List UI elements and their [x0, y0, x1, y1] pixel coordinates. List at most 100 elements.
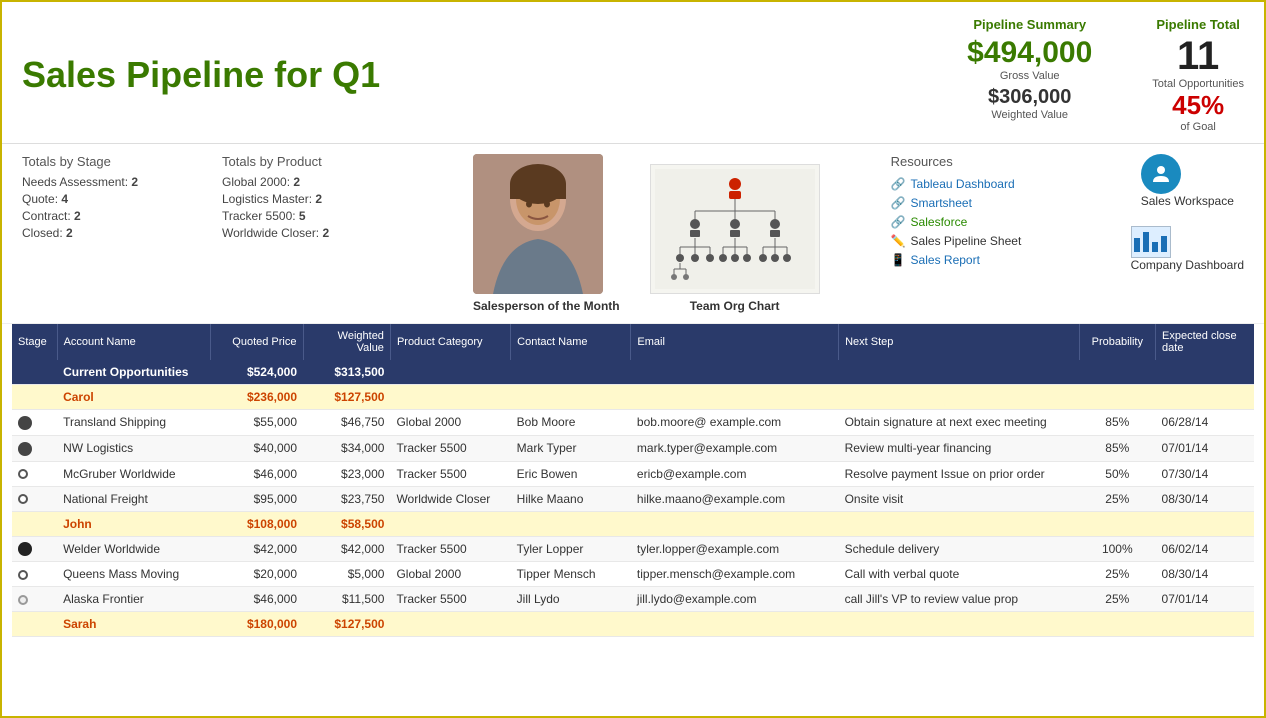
row-close: 06/28/14 [1156, 410, 1254, 436]
middle-section: Totals by Stage Needs Assessment: 2 Quot… [2, 144, 1264, 324]
john-weighted: $58,500 [303, 511, 390, 536]
workspace-person-icon [1149, 162, 1173, 186]
row-account: Welder Worldwide [57, 536, 210, 562]
row-quoted: $20,000 [210, 562, 303, 587]
center-images: Salesperson of the Month [422, 154, 871, 313]
row-stage-icon [12, 435, 57, 461]
dashboard-icon[interactable] [1131, 226, 1171, 258]
org-caption: Team Org Chart [650, 299, 820, 313]
totals-stage-header: Totals by Stage [22, 154, 202, 169]
group-empty [390, 360, 1254, 385]
table-row: Alaska Frontier $46,000 $11,500 Tracker … [12, 587, 1254, 612]
smartsheet-link[interactable]: Smartsheet [911, 196, 972, 210]
pipeline-total-num: 11 [1152, 36, 1244, 76]
row-product: Global 2000 [390, 562, 510, 587]
row-product: Tracker 5500 [390, 536, 510, 562]
row-contact: Eric Bowen [511, 461, 631, 486]
row-account: Queens Mass Moving [57, 562, 210, 587]
stage-quote: Quote: 4 [22, 192, 202, 206]
company-dashboard-group: Company Dashboard [1131, 226, 1244, 272]
main-container: Sales Pipeline for Q1 Pipeline Summary $… [2, 2, 1264, 716]
chain-icon-salesforce: 🔗 [891, 215, 906, 229]
workspace-label: Sales Workspace [1141, 194, 1234, 208]
workspace-area: Sales Workspace Company Dashboard [1131, 154, 1244, 313]
row-nextstep: Obtain signature at next exec meeting [839, 410, 1079, 436]
row-prob: 85% [1079, 410, 1156, 436]
pipeline-total-label: Pipeline Total [1152, 17, 1244, 32]
org-chart-box: Team Org Chart [650, 164, 820, 313]
row-stage-icon [12, 461, 57, 486]
resource-sales-report[interactable]: 📱 Sales Report [891, 253, 1111, 267]
row-quoted: $46,000 [210, 587, 303, 612]
resource-tableau[interactable]: 🔗 Tableau Dashboard [891, 177, 1111, 191]
page-title: Sales Pipeline for Q1 [22, 54, 380, 96]
row-prob: 100% [1079, 536, 1156, 562]
pipeline-summary-label: Pipeline Summary [967, 17, 1092, 32]
row-email: bob.moore@ example.com [631, 410, 839, 436]
john-empty [390, 511, 1254, 536]
row-email: tyler.lopper@example.com [631, 536, 839, 562]
pipeline-opps-label: Total Opportunities [1152, 78, 1244, 90]
sarah-name: Sarah [57, 612, 210, 637]
row-email: ericb@example.com [631, 461, 839, 486]
row-quoted: $95,000 [210, 486, 303, 511]
pipeline-sheet-link[interactable]: Sales Pipeline Sheet [911, 234, 1022, 248]
row-product: Worldwide Closer [390, 486, 510, 511]
resource-pipeline-sheet[interactable]: ✏️ Sales Pipeline Sheet [891, 234, 1111, 248]
row-stage-icon [12, 410, 57, 436]
sub-header-sarah: Sarah $180,000 $127,500 [12, 612, 1254, 637]
row-weighted: $34,000 [303, 435, 390, 461]
table-row: National Freight $95,000 $23,750 Worldwi… [12, 486, 1254, 511]
row-weighted: $5,000 [303, 562, 390, 587]
table-section: Stage Account Name Quoted Price Weighted… [2, 324, 1264, 716]
group-stage [12, 360, 57, 385]
group-quoted: $524,000 [210, 360, 303, 385]
product-global2000: Global 2000: 2 [222, 175, 402, 189]
row-email: tipper.mensch@example.com [631, 562, 839, 587]
sarah-empty [390, 612, 1254, 637]
bar-1 [1134, 238, 1140, 252]
workspace-icon[interactable] [1141, 154, 1181, 194]
th-product: Product Category [390, 324, 510, 360]
carol-empty [390, 385, 1254, 410]
row-contact: Bob Moore [511, 410, 631, 436]
row-account: McGruber Worldwide [57, 461, 210, 486]
row-email: hilke.maano@example.com [631, 486, 839, 511]
row-close: 07/01/14 [1156, 435, 1254, 461]
top-section: Sales Pipeline for Q1 Pipeline Summary $… [2, 2, 1264, 144]
sub-header-john: John $108,000 $58,500 [12, 511, 1254, 536]
pipeline-table: Stage Account Name Quoted Price Weighted… [12, 324, 1254, 637]
john-name: John [57, 511, 210, 536]
carol-name: Carol [57, 385, 210, 410]
sales-workspace-group: Sales Workspace [1141, 154, 1234, 208]
salesperson-photo-svg [473, 154, 603, 294]
resource-smartsheet[interactable]: 🔗 Smartsheet [891, 196, 1111, 210]
stage-needs-assessment: Needs Assessment: 2 [22, 175, 202, 189]
table-row: NW Logistics $40,000 $34,000 Tracker 550… [12, 435, 1254, 461]
bar-3 [1152, 242, 1158, 252]
row-quoted: $42,000 [210, 536, 303, 562]
pipeline-summary-area: Pipeline Summary $494,000 Gross Value $3… [967, 17, 1244, 133]
tableau-link[interactable]: Tableau Dashboard [911, 177, 1015, 191]
table-row: Welder Worldwide $42,000 $42,000 Tracker… [12, 536, 1254, 562]
row-close: 08/30/14 [1156, 486, 1254, 511]
chain-icon-tableau: 🔗 [891, 177, 906, 191]
stage-closed: Closed: 2 [22, 226, 202, 240]
th-close-date: Expected close date [1156, 324, 1254, 360]
th-quoted: Quoted Price [210, 324, 303, 360]
row-nextstep: Onsite visit [839, 486, 1079, 511]
salesperson-image [473, 154, 603, 294]
pipeline-weighted-value: $306,000 [967, 86, 1092, 109]
row-weighted: $23,750 [303, 486, 390, 511]
totals-by-stage: Totals by Stage Needs Assessment: 2 Quot… [22, 154, 202, 313]
bar-4 [1161, 236, 1167, 252]
row-contact: Tyler Lopper [511, 536, 631, 562]
row-nextstep: Review multi-year financing [839, 435, 1079, 461]
salesforce-link[interactable]: Salesforce [911, 215, 968, 229]
th-weighted: Weighted Value [303, 324, 390, 360]
sales-report-link[interactable]: Sales Report [911, 253, 980, 267]
row-email: mark.typer@example.com [631, 435, 839, 461]
row-product: Global 2000 [390, 410, 510, 436]
chain-icon-smartsheet: 🔗 [891, 196, 906, 210]
resource-salesforce[interactable]: 🔗 Salesforce [891, 215, 1111, 229]
